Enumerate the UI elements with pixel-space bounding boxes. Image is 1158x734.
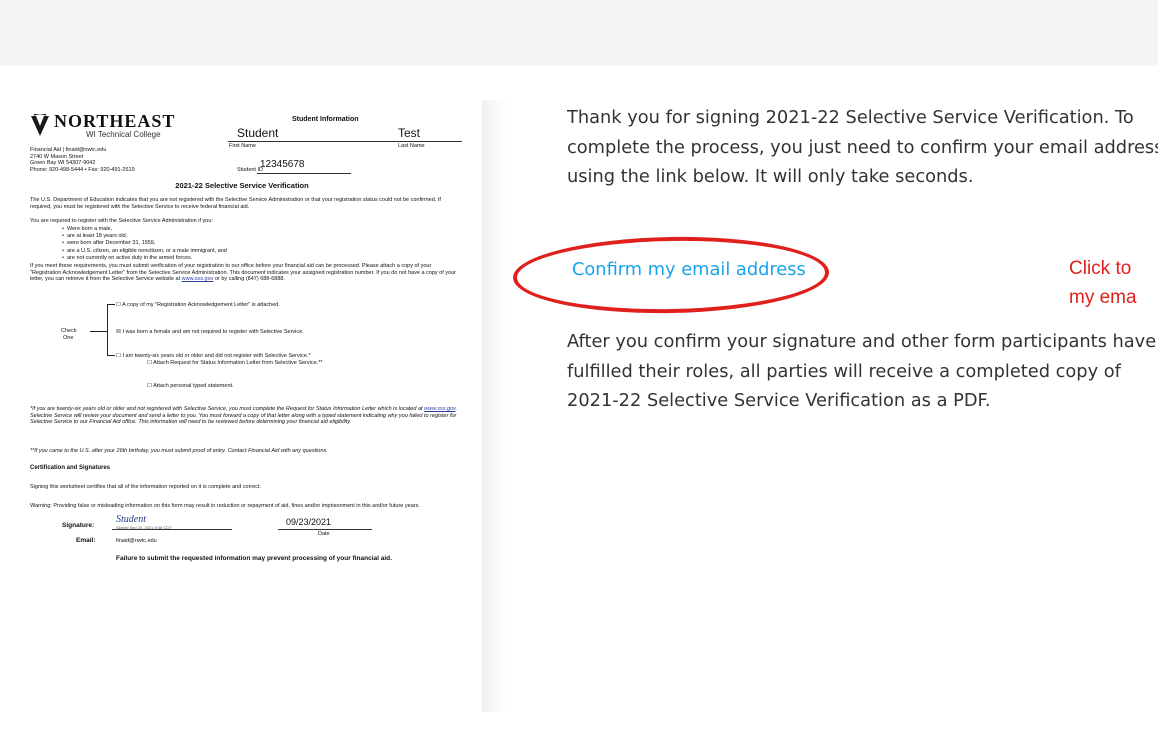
footnote-1: *If you are twenty-six years old or olde… xyxy=(30,406,457,426)
northeast-logo-icon xyxy=(31,114,49,136)
thumbnail-shadow xyxy=(482,100,508,712)
list-item: • are at least 18 years old, xyxy=(62,233,128,240)
date-underline xyxy=(278,529,372,530)
check-one-label: Check One xyxy=(61,328,77,341)
list-item: • Were born a male, xyxy=(62,226,113,232)
date-value: 09/23/2021 xyxy=(286,517,332,527)
date-label: Date xyxy=(318,531,330,537)
outro-message: After you confirm your signature and oth… xyxy=(567,331,1157,411)
sss-link[interactable]: www.sss.gov xyxy=(182,276,214,282)
list-item: • were born after December 31, 1959, xyxy=(62,240,156,247)
logo-name: NORTHEAST xyxy=(54,111,176,131)
failure-warning: Failure to submit the requested informat… xyxy=(116,555,392,562)
option-status-letter[interactable]: ☐ Attach Request for Status Information … xyxy=(147,360,323,366)
annotation-text: Click to xyxy=(1069,258,1132,279)
check-pointer xyxy=(90,331,107,332)
certification-text: Signing this worksheet certifies that al… xyxy=(30,484,262,490)
intro-paragraph: The U.S. Department of Education indicat… xyxy=(30,197,441,210)
footnote-2: **If you came to the U.S. after your 26t… xyxy=(30,448,328,454)
document-thumbnail: NORTHEAST WI Technical College Financial… xyxy=(0,100,484,712)
list-item: • are a U.S. citizen, an eligible noncit… xyxy=(62,247,227,254)
student-id-underline xyxy=(257,173,351,174)
requirement-paragraph: You are required to register with the Se… xyxy=(30,218,213,224)
requirement-list: • Were born a male, • are at least 18 ye… xyxy=(62,226,227,262)
option-letter-attached[interactable]: ☐ A copy of my "Registration Acknowledge… xyxy=(116,302,280,308)
student-info-title: Student Information xyxy=(292,116,359,123)
option-typed-statement[interactable]: ☐ Attach personal typed statement. xyxy=(147,383,234,389)
signature-underline xyxy=(112,529,232,530)
top-bar xyxy=(0,0,1158,66)
contact-line: Phone: 920-498-5444 • Fax: 920-491-2619 xyxy=(30,166,135,173)
email-label: Email: xyxy=(76,537,96,544)
signature-label: Signature: xyxy=(62,522,95,529)
contact-block: Financial Aid | finaid@nwtc.edu 2740 W M… xyxy=(30,147,135,173)
email-value: finaid@nwtc.edu xyxy=(116,538,157,544)
check-bracket xyxy=(107,304,115,356)
option-over-26[interactable]: ☐ I am twenty-six years old or older and… xyxy=(116,353,310,359)
first-name-value: Student xyxy=(237,126,279,140)
last-name-label: Last Name xyxy=(398,143,425,149)
last-name-value: Test xyxy=(398,126,421,140)
verification-paragraph: If you meet these requirements, you must… xyxy=(30,263,457,283)
highlight-ellipse xyxy=(512,234,830,316)
warning-text: Warning: Providing false or misleading i… xyxy=(30,503,420,509)
certification-heading: Certification and Signatures xyxy=(30,465,111,471)
intro-message: Thank you for signing 2021-22 Selective … xyxy=(567,107,1158,187)
option-born-female[interactable]: ☒ I was born a female and am not require… xyxy=(116,329,304,335)
annotation-text: my ema xyxy=(1069,287,1137,308)
signature-value: Student xyxy=(116,514,146,525)
sss-link[interactable]: www.sss.gov xyxy=(424,406,455,412)
student-id-value: 12345678 xyxy=(260,159,305,170)
name-underline xyxy=(228,141,462,142)
first-name-label: First Name xyxy=(229,143,256,149)
document-title: 2021-22 Selective Service Verification xyxy=(175,181,309,190)
list-item: • are not currently on active duty in th… xyxy=(62,254,193,261)
logo-subtitle: WI Technical College xyxy=(86,130,161,139)
